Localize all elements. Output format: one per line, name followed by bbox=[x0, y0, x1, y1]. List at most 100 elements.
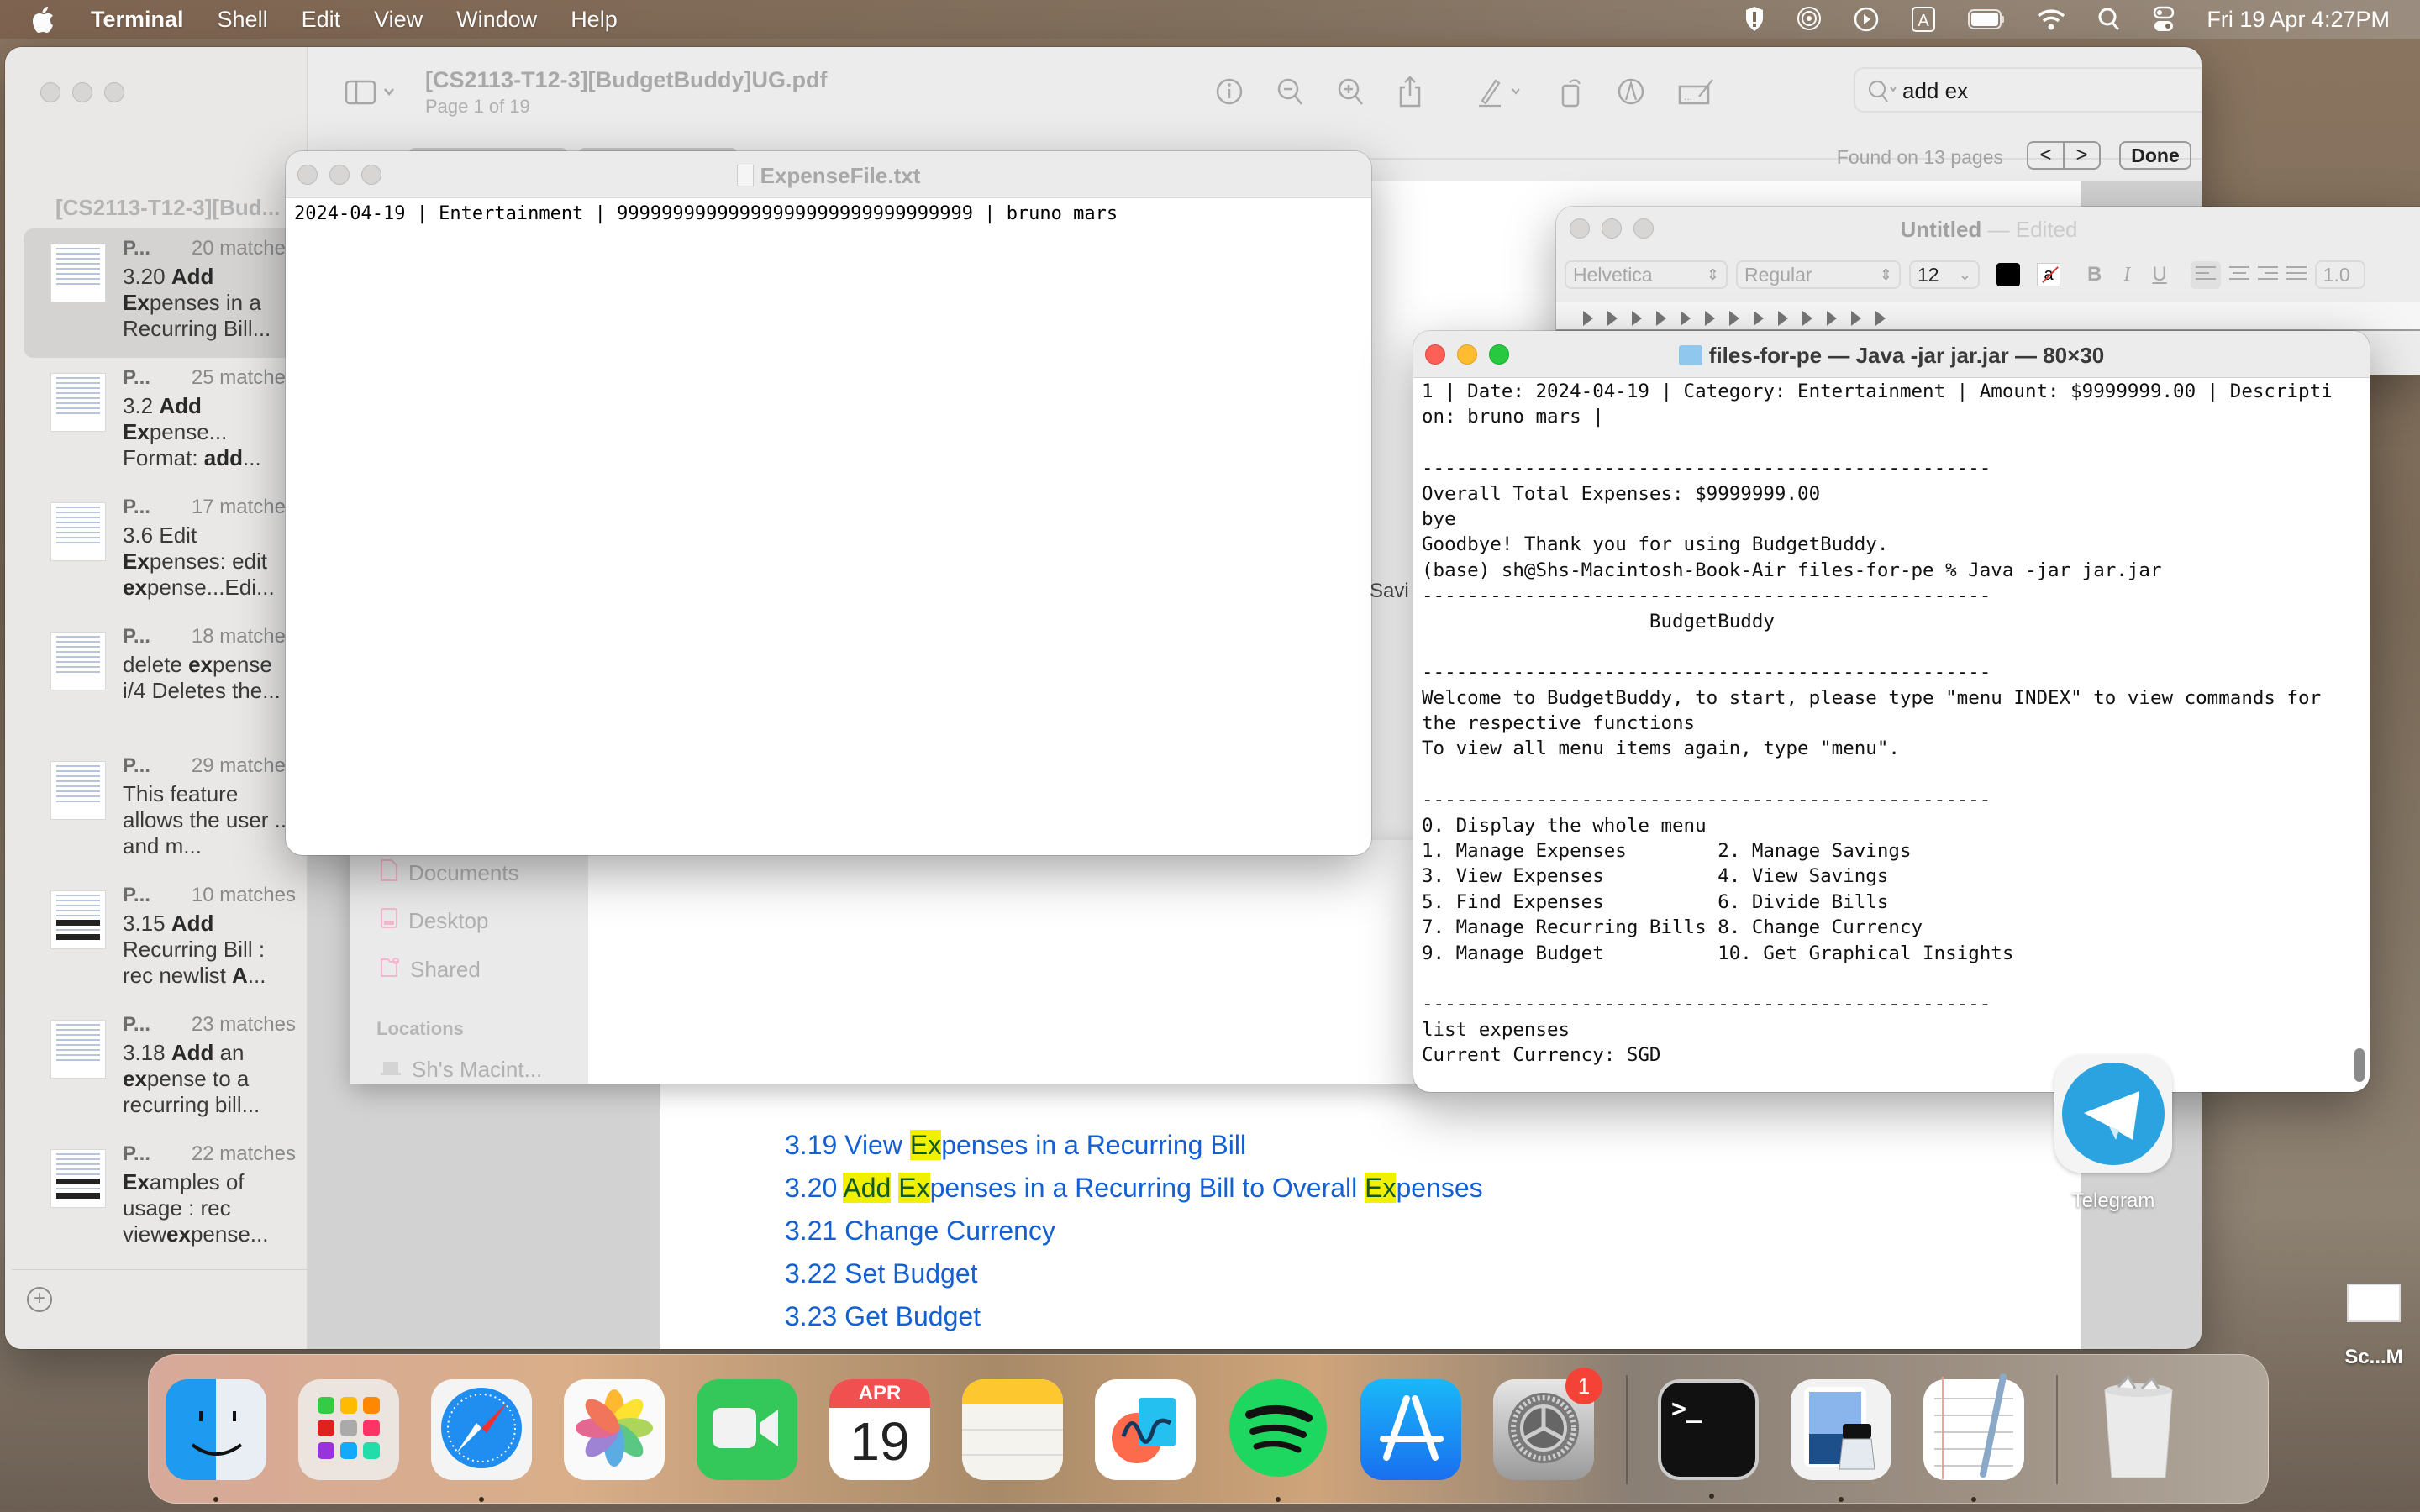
text-ruler[interactable] bbox=[1556, 302, 2420, 331]
search-result-item[interactable]: P... 22 matches Examples of usage : rec vi… bbox=[24, 1134, 308, 1263]
tab-stop-marker[interactable] bbox=[1632, 311, 1642, 326]
tab-stop-marker[interactable] bbox=[1583, 311, 1593, 326]
minimize-button[interactable] bbox=[72, 82, 92, 102]
done-button[interactable]: Done bbox=[2119, 141, 2191, 170]
dock-trash[interactable] bbox=[2088, 1374, 2189, 1480]
font-family-select[interactable]: Helvetica ⇕ bbox=[1565, 260, 1728, 289]
next-match-button[interactable]: > bbox=[2065, 143, 2099, 168]
dock-terminal[interactable]: >_ bbox=[1658, 1379, 1759, 1499]
dock-facetime[interactable] bbox=[697, 1379, 797, 1480]
tab-stop-marker[interactable] bbox=[1754, 311, 1764, 326]
menu-view[interactable]: View bbox=[374, 7, 423, 33]
screenshot-desktop-icon[interactable]: Sc...M bbox=[2328, 1284, 2420, 1369]
align-right-icon[interactable] bbox=[2257, 265, 2278, 286]
tab-stop-marker[interactable] bbox=[1851, 311, 1861, 326]
terminal-line: To view all menu items again, type "menu… bbox=[1422, 738, 1900, 760]
font-size-select[interactable]: 12 ⌄ bbox=[1909, 260, 1980, 289]
tab-stop-marker[interactable] bbox=[1876, 311, 1886, 326]
align-left-icon[interactable] bbox=[2190, 260, 2221, 289]
rotate-icon[interactable] bbox=[1558, 76, 1585, 108]
previous-match-button[interactable]: < bbox=[2028, 143, 2065, 168]
tab-stop-marker[interactable] bbox=[1802, 311, 1812, 326]
finder-item-macintosh[interactable]: Sh's Macint... bbox=[380, 1057, 542, 1083]
search-input[interactable] bbox=[1902, 76, 2202, 106]
zoom-in-icon[interactable] bbox=[1336, 76, 1365, 107]
zoom-button[interactable] bbox=[104, 82, 124, 102]
dock-system-settings[interactable]: 1 bbox=[1493, 1368, 1602, 1480]
menu-terminal[interactable]: Terminal bbox=[91, 7, 184, 33]
search-result-item[interactable]: P... 18 matches delete expense i/4 Deletes… bbox=[24, 617, 308, 746]
menubar-clock[interactable]: Fri 19 Apr 4:27PM bbox=[2207, 7, 2390, 33]
dock-safari[interactable] bbox=[431, 1379, 532, 1502]
sidebar-toggle-icon[interactable] bbox=[345, 79, 398, 110]
text-color-swatch[interactable] bbox=[1996, 263, 2020, 286]
dock-app-store[interactable] bbox=[1360, 1379, 1461, 1480]
tab-stop-marker[interactable] bbox=[1729, 311, 1739, 326]
battery-icon[interactable] bbox=[1968, 8, 2005, 30]
finder-item-desktop[interactable]: Desktop bbox=[380, 907, 488, 935]
dock-spotify[interactable] bbox=[1228, 1378, 1328, 1502]
underline-button[interactable]: U bbox=[2152, 263, 2166, 286]
zoom-out-icon[interactable] bbox=[1276, 76, 1304, 107]
tab-stop-marker[interactable] bbox=[1656, 311, 1666, 326]
dock-textedit[interactable] bbox=[1923, 1373, 2024, 1502]
dock-notes[interactable] bbox=[962, 1379, 1063, 1480]
signature-icon[interactable]: ... bbox=[1677, 76, 1716, 107]
expense-file-content[interactable]: 2024-04-19 | Entertainment | 99999999999… bbox=[294, 200, 1118, 228]
close-button[interactable] bbox=[40, 82, 60, 102]
info-icon[interactable] bbox=[1215, 77, 1244, 106]
line-spacing-select[interactable]: 1.0 bbox=[2314, 260, 2365, 289]
background-color-swatch[interactable]: a bbox=[2037, 263, 2060, 286]
control-center-icon[interactable] bbox=[2153, 6, 2175, 33]
shield-alert-icon[interactable] bbox=[1744, 6, 1765, 33]
play-circle-icon[interactable] bbox=[1854, 7, 1879, 32]
dock-calendar[interactable]: APR 19 bbox=[829, 1379, 930, 1480]
input-source-icon[interactable]: A bbox=[1911, 6, 1936, 33]
dock-freeform[interactable] bbox=[1095, 1379, 1196, 1480]
terminal-output[interactable]: 1 | Date: 2024-04-19 | Category: Enterta… bbox=[1422, 380, 2353, 1085]
search-result-item[interactable]: P... 25 matches 3.2 Add Expense... Format:… bbox=[24, 358, 308, 487]
search-result-item[interactable]: P... 23 matches 3.18 Add an expense to a r… bbox=[24, 1005, 308, 1134]
toc-link[interactable]: 3.21 Change Currency bbox=[785, 1210, 1483, 1252]
menu-help[interactable]: Help bbox=[571, 7, 618, 33]
dock-photos[interactable] bbox=[564, 1379, 665, 1480]
dock-launchpad[interactable] bbox=[298, 1379, 399, 1480]
dock-preview[interactable] bbox=[1791, 1379, 1891, 1502]
search-result-item[interactable]: P... 17 matches 3.6 Edit Expenses: edit ex… bbox=[24, 487, 308, 617]
menu-edit[interactable]: Edit bbox=[302, 7, 341, 33]
tab-stop-marker[interactable] bbox=[1681, 311, 1691, 326]
toc-link[interactable]: 3.22 Set Budget bbox=[785, 1252, 1483, 1295]
toc-link[interactable]: 3.23 Get Budget bbox=[785, 1295, 1483, 1338]
spotlight-search-icon[interactable] bbox=[2097, 7, 2121, 32]
tab-stop-marker[interactable] bbox=[1827, 311, 1837, 326]
highlight-annotate-icon[interactable] bbox=[1617, 76, 1645, 107]
apple-menu-icon[interactable] bbox=[30, 5, 60, 34]
justify-icon[interactable] bbox=[2286, 265, 2307, 286]
dock-finder[interactable] bbox=[166, 1379, 266, 1502]
search-result-item[interactable]: P... 29 matches This feature allows the us… bbox=[24, 746, 308, 875]
search-field[interactable]: × bbox=[1854, 67, 2202, 113]
align-center-icon[interactable] bbox=[2228, 265, 2249, 286]
tab-stop-marker[interactable] bbox=[1778, 311, 1788, 326]
toc-link[interactable]: 3.19 View Expenses in a Recurring Bill bbox=[785, 1124, 1483, 1167]
toc-link[interactable]: 3.20 Add Expenses in a Recurring Bill to… bbox=[785, 1167, 1483, 1210]
menu-shell[interactable]: Shell bbox=[218, 7, 268, 33]
finder-item-documents[interactable]: Documents bbox=[380, 858, 519, 888]
search-result-item[interactable]: P... 10 matches 3.15 Add Recurring Bill : … bbox=[24, 875, 308, 1005]
bold-button[interactable]: B bbox=[2087, 263, 2102, 286]
menu-window[interactable]: Window bbox=[456, 7, 537, 33]
telegram-desktop-icon[interactable]: Telegram bbox=[2050, 1055, 2176, 1213]
share-icon[interactable] bbox=[1397, 76, 1423, 108]
tab-stop-marker[interactable] bbox=[1705, 311, 1715, 326]
result-page-label: P... bbox=[123, 625, 150, 648]
tab-stop-marker[interactable] bbox=[1607, 311, 1618, 326]
finder-item-shared[interactable]: Shared bbox=[380, 956, 481, 984]
font-style-select[interactable]: Regular ⇕ bbox=[1736, 260, 1901, 289]
search-result-item[interactable]: P... 20 matches 3.20 Add Expenses in a Rec… bbox=[24, 228, 308, 358]
wifi-icon[interactable] bbox=[2037, 8, 2065, 31]
airdrop-icon[interactable] bbox=[1797, 6, 1822, 33]
add-icon[interactable]: + bbox=[27, 1287, 52, 1312]
italic-button[interactable]: I bbox=[2123, 264, 2130, 286]
markup-pen-icon[interactable] bbox=[1476, 76, 1526, 108]
terminal-scrollbar[interactable] bbox=[2354, 1048, 2365, 1082]
